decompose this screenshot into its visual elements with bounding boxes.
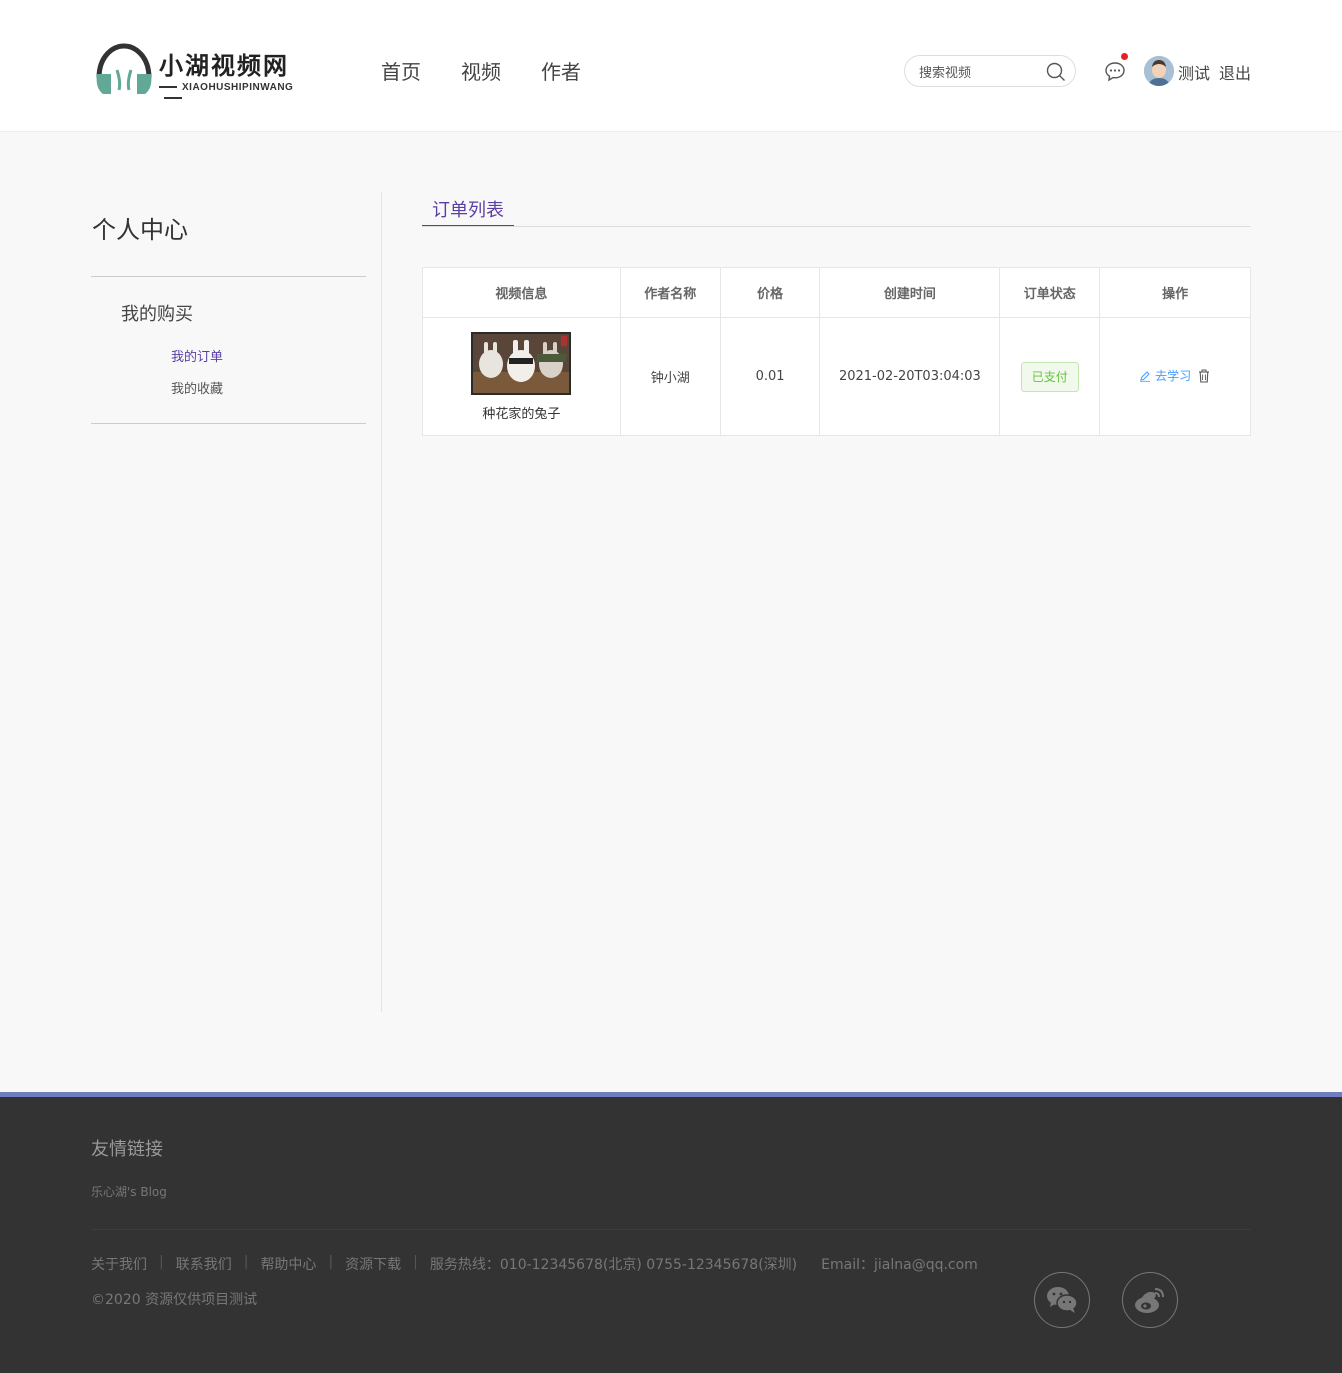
footer-links: 关于我们 | 联系我们 | 帮助中心 | 资源下载 | 服务热线：010-123… — [91, 1254, 978, 1274]
actions-cell: 去学习 — [1099, 317, 1251, 436]
table-header-row: 视频信息 作者名称 价格 创建时间 订单状态 操作 — [422, 267, 1251, 318]
tab-underline — [422, 226, 1251, 227]
author-cell: 钟小湖 — [619, 317, 721, 436]
headphones-logo-icon — [96, 43, 152, 94]
footer: 友情链接 乐心湖's Blog 关于我们 | 联系我们 | 帮助中心 | 资源下… — [0, 1092, 1342, 1373]
search-box — [904, 55, 1076, 87]
user-name[interactable]: 测试 — [1178, 60, 1210, 84]
price-cell: 0.01 — [719, 317, 821, 436]
table-row: 种花家的兔子 钟小湖 0.01 2021-02-20T03:04:03 已支付 … — [422, 317, 1251, 436]
footer-hotline: 服务热线：010-12345678(北京) 0755-12345678(深圳) — [429, 1257, 798, 1273]
sidebar-item-orders[interactable]: 我的订单 — [171, 346, 223, 365]
sidebar-title: 个人中心 — [92, 216, 188, 244]
sidebar-group-purchases: 我的购买 — [121, 304, 193, 325]
main-nav: 首页 视频 作者 — [381, 56, 581, 85]
message-icon[interactable] — [1104, 60, 1126, 82]
col-created: 创建时间 — [819, 267, 1001, 318]
nav-authors[interactable]: 作者 — [541, 56, 581, 85]
footer-email: Email：jialna@qq.com — [821, 1257, 978, 1273]
col-status: 订单状态 — [999, 267, 1101, 318]
site-logo[interactable]: 小湖视频网 XIAOHUSHIPINWANG — [93, 40, 315, 100]
wechat-icon — [1047, 1287, 1078, 1313]
video-title[interactable]: 种花家的兔子 — [423, 403, 620, 422]
video-info-cell: 种花家的兔子 — [422, 317, 621, 436]
status-cell: 已支付 — [999, 317, 1101, 436]
footer-divider — [91, 1229, 1251, 1230]
edit-icon — [1140, 371, 1151, 382]
footer-separator: | — [159, 1254, 164, 1270]
footer-separator: | — [413, 1254, 418, 1270]
logout-link[interactable]: 退出 — [1219, 60, 1251, 84]
study-button[interactable]: 去学习 — [1139, 367, 1191, 384]
footer-link-help[interactable]: 帮助中心 — [260, 1254, 316, 1274]
avatar[interactable] — [1144, 56, 1174, 86]
footer-link-contact[interactable]: 联系我们 — [176, 1254, 232, 1274]
header: 小湖视频网 XIAOHUSHIPINWANG 首页 视频 作者 测试 退出 — [0, 0, 1342, 132]
weibo-button[interactable] — [1122, 1272, 1178, 1328]
col-video-info: 视频信息 — [422, 267, 621, 318]
divider — [91, 423, 366, 424]
tab-order-list[interactable]: 订单列表 — [422, 196, 514, 227]
notification-dot — [1121, 53, 1128, 60]
footer-separator: | — [243, 1254, 249, 1270]
divider — [91, 276, 366, 277]
trash-icon[interactable] — [1197, 369, 1211, 383]
video-thumbnail[interactable] — [471, 331, 572, 395]
logo-subtext: XIAOHUSHIPINWANG — [159, 82, 315, 104]
col-author: 作者名称 — [619, 267, 721, 318]
footer-link-downloads[interactable]: 资源下载 — [345, 1254, 401, 1274]
order-table: 视频信息 作者名称 价格 创建时间 订单状态 操作 种花家的兔子 钟小湖 0.0… — [422, 267, 1251, 436]
vertical-divider — [381, 192, 382, 1012]
footer-separator: | — [328, 1254, 334, 1270]
nav-videos[interactable]: 视频 — [461, 56, 501, 85]
wechat-button[interactable] — [1034, 1272, 1090, 1328]
footer-copyright: ©2020 资源仅供项目测试 — [91, 1292, 258, 1308]
weibo-icon — [1135, 1288, 1164, 1313]
col-price: 价格 — [719, 267, 821, 318]
nav-home[interactable]: 首页 — [381, 56, 421, 85]
logo-text: 小湖视频网 — [159, 51, 289, 80]
friend-link[interactable]: 乐心湖's Blog — [91, 1183, 167, 1200]
study-label: 去学习 — [1155, 369, 1192, 384]
search-input[interactable] — [919, 62, 1039, 82]
search-icon[interactable] — [1045, 61, 1067, 83]
col-actions: 操作 — [1099, 267, 1251, 318]
footer-friend-links-title: 友情链接 — [91, 1139, 163, 1160]
created-cell: 2021-02-20T03:04:03 — [819, 317, 1001, 436]
sidebar-item-favorites[interactable]: 我的收藏 — [171, 378, 223, 397]
status-badge: 已支付 — [1020, 361, 1079, 392]
footer-link-about[interactable]: 关于我们 — [91, 1254, 147, 1274]
